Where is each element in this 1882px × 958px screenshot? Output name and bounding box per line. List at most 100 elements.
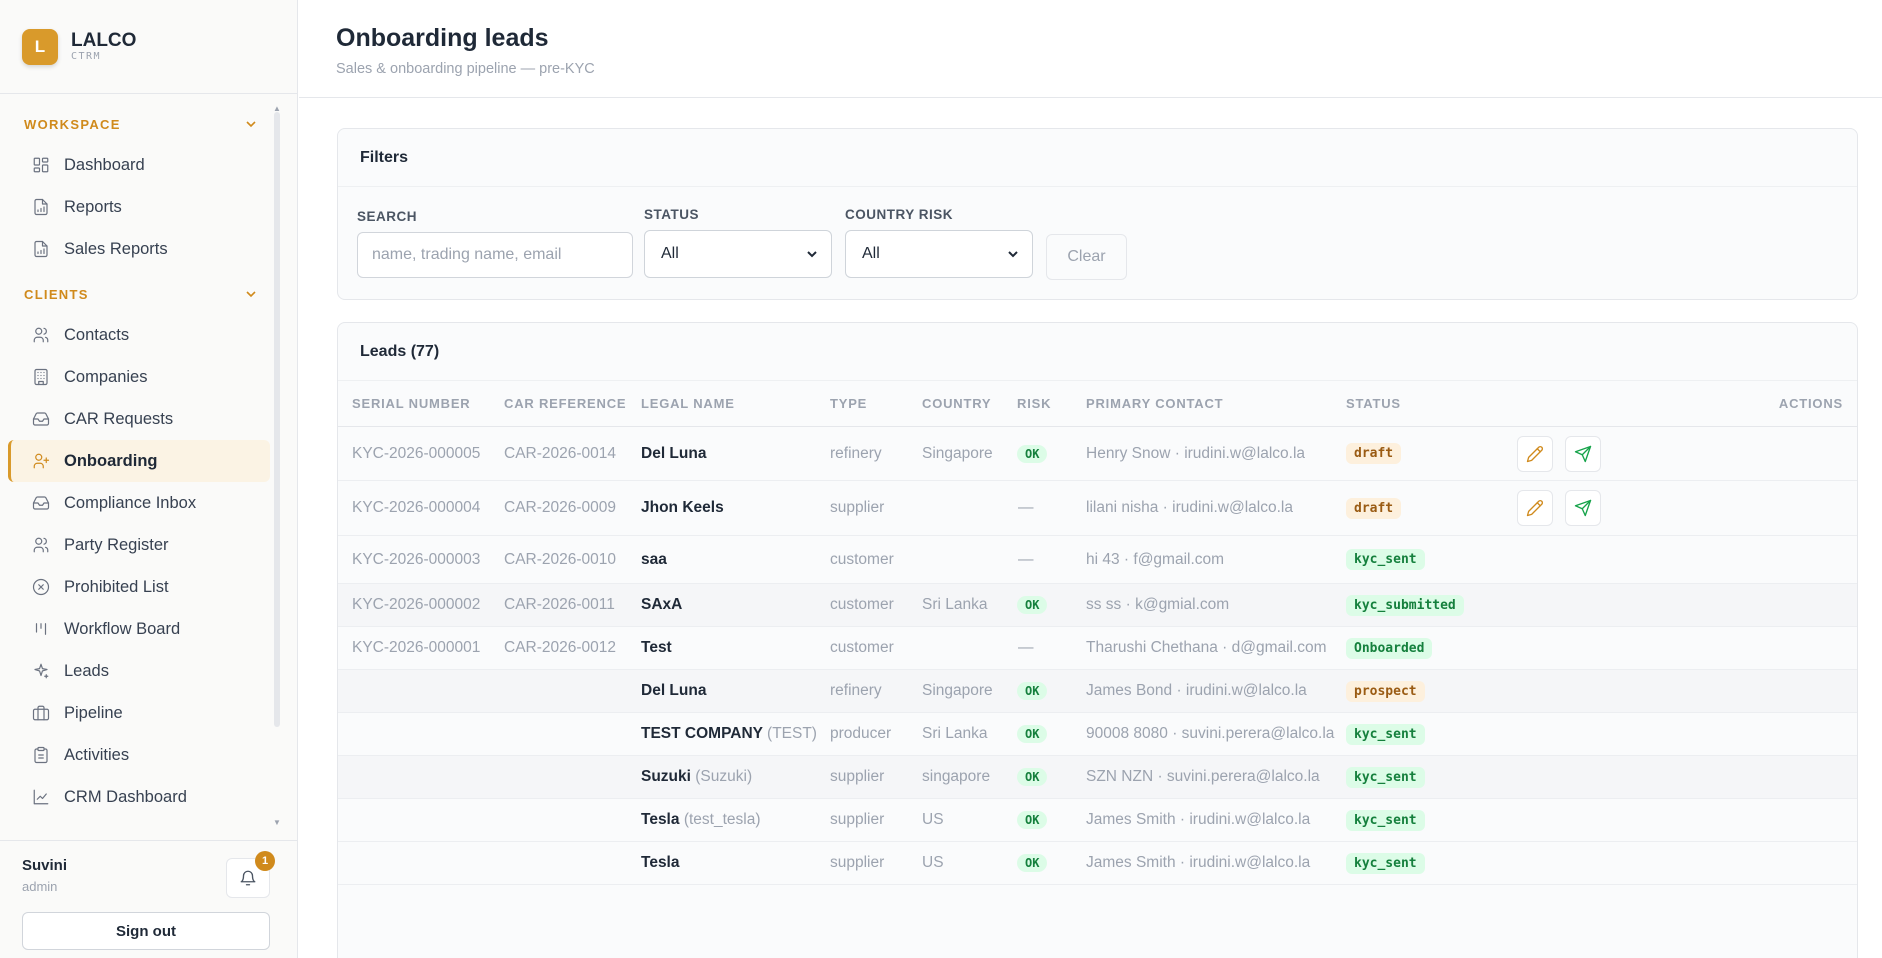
table-row[interactable]: Tesla supplier US OK James Smith · irudini.w…: [338, 842, 1857, 885]
table-row[interactable]: KYC-2026-000005 CAR-2026-0014 Del Luna refi…: [338, 427, 1857, 481]
legal-name[interactable]: saa: [641, 551, 667, 569]
table-row[interactable]: Suzuki (Suzuki) supplier singapore OK SZN NZ…: [338, 756, 1857, 799]
user-plus-icon: [33, 453, 50, 469]
legal-name[interactable]: Jhon Keels: [641, 499, 724, 517]
status-badge: Onboarded: [1346, 637, 1433, 659]
legal-name-text: Del Luna: [641, 444, 707, 462]
legal-name-text: Del Luna: [641, 682, 707, 699]
country-risk-label: COUNTRY RISK: [845, 207, 954, 222]
status-select[interactable]: All: [644, 230, 832, 278]
country-risk-select[interactable]: All: [845, 230, 1033, 278]
clipboard-icon: [34, 746, 48, 764]
legal-name-text: TEST COMPANY: [641, 725, 763, 742]
sidebar-item-pipeline[interactable]: Pipeline: [8, 692, 270, 734]
sidebar-item-reports[interactable]: Reports: [8, 186, 270, 228]
country: singapore: [922, 768, 991, 785]
sidebar-scrollbar[interactable]: [274, 112, 280, 727]
table-row[interactable]: TEST COMPANY (TEST) producer Sri Lanka OK 90…: [338, 713, 1857, 756]
sidebar-item-dashboard[interactable]: Dashboard: [8, 144, 270, 186]
briefcase-icon: [32, 705, 50, 721]
edit-button[interactable]: [1517, 490, 1553, 526]
brand-sub: CTRM: [71, 51, 102, 62]
country: US: [922, 854, 944, 871]
sidebar-item-party-register[interactable]: Party Register: [8, 524, 270, 566]
table-row[interactable]: KYC-2026-000003 CAR-2026-0010 saa customer —…: [338, 536, 1857, 584]
legal-name-text: Tesla: [641, 854, 680, 871]
trading-name: (test_tesla): [683, 811, 761, 828]
user-name: Suvini: [22, 857, 68, 874]
col-type-header[interactable]: TYPE: [830, 396, 867, 411]
col-country-header[interactable]: COUNTRY: [922, 396, 991, 411]
table-row[interactable]: KYC-2026-000002 CAR-2026-0011 SAxA customer…: [338, 584, 1857, 627]
section-clients[interactable]: CLIENTS: [0, 274, 272, 314]
lead-type: supplier: [830, 499, 885, 516]
legal-name-text: Tesla: [641, 811, 680, 828]
edit-button[interactable]: [1517, 435, 1553, 472]
col-primary-contact-header[interactable]: PRIMARY CONTACT: [1086, 396, 1223, 411]
col-status-header[interactable]: STATUS: [1346, 396, 1401, 411]
legal-name[interactable]: Del Luna: [641, 682, 706, 700]
sidebar-item-crm-dashboard[interactable]: CRM Dashboard: [8, 776, 270, 818]
scroll-down-arrow[interactable]: ▼: [273, 818, 281, 827]
legal-name[interactable]: SAxA: [641, 596, 682, 614]
legal-name[interactable]: Test: [641, 639, 672, 657]
sidebar-item-prohibited-list[interactable]: Prohibited List: [8, 566, 270, 608]
table-row[interactable]: Del Luna refinery Singapore OK James Bond · …: [338, 670, 1857, 713]
sidebar-item-compliance-inbox[interactable]: Compliance Inbox: [8, 482, 270, 524]
col-legal-name-header[interactable]: LEGAL NAME: [641, 396, 735, 411]
filters-card: Filters SEARCH name, trading name, email…: [337, 128, 1858, 300]
risk-empty: —: [1018, 550, 1034, 568]
legal-name[interactable]: TEST COMPANY (TEST): [641, 725, 817, 743]
col-risk-header[interactable]: RISK: [1017, 396, 1051, 411]
risk-badge: OK: [1017, 854, 1048, 872]
legal-name[interactable]: Del Luna: [641, 445, 706, 463]
status-badge: prospect: [1346, 680, 1425, 702]
sidebar-item-companies[interactable]: Companies: [8, 356, 270, 398]
serial-number: KYC-2026-000004: [352, 499, 481, 516]
sidebar-item-contacts[interactable]: Contacts: [8, 314, 270, 356]
line-chart-icon: [33, 789, 49, 805]
table-row[interactable]: KYC-2026-000001 CAR-2026-0012 Test customer…: [338, 627, 1857, 670]
send-icon: [1574, 499, 1592, 517]
legal-name[interactable]: Tesla (test_tesla): [641, 811, 760, 829]
car-reference: CAR-2026-0009: [504, 499, 617, 516]
status-badge: kyc_sent: [1346, 723, 1425, 745]
sidebar-item-label: Leads: [64, 661, 109, 680]
notifications-button[interactable]: 1: [226, 851, 275, 898]
col-car-reference-header[interactable]: CAR REFERENCE: [504, 396, 626, 411]
sidebar-item-leads[interactable]: Leads: [8, 650, 270, 692]
sign-out-button[interactable]: Sign out: [22, 912, 270, 950]
send-button[interactable]: [1565, 435, 1601, 472]
sparkles-icon: [34, 663, 49, 679]
sidebar-item-activities[interactable]: Activities: [8, 734, 270, 776]
legal-name-text: SAxA: [641, 596, 683, 613]
table-row[interactable]: KYC-2026-000004 CAR-2026-0009 Jhon Keels su…: [338, 481, 1857, 536]
pencil-icon: [1526, 500, 1543, 517]
col-actions-header: ACTIONS: [1778, 396, 1843, 411]
search-input[interactable]: name, trading name, email: [357, 232, 633, 278]
brand[interactable]: L LALCO CTRM: [0, 0, 297, 94]
col-serial-number-header[interactable]: SERIAL NUMBER: [352, 396, 471, 411]
risk-empty: —: [1018, 639, 1034, 656]
inbox-icon: [32, 496, 50, 510]
sidebar-item-sales-reports[interactable]: Sales Reports: [8, 228, 270, 270]
send-button[interactable]: [1565, 490, 1601, 526]
sidebar-item-label: Sales Reports: [64, 239, 168, 258]
sidebar-item-workflow-board[interactable]: Workflow Board: [8, 608, 270, 650]
sidebar-item-onboarding[interactable]: Onboarding: [8, 440, 270, 482]
sidebar-item-label: Onboarding: [64, 451, 158, 470]
legal-name[interactable]: Tesla: [641, 854, 680, 872]
primary-contact: SZN NZN · suvini.perera@lalco.la: [1086, 768, 1320, 785]
clear-filters-button[interactable]: Clear: [1046, 234, 1127, 280]
legal-name-text: Test: [641, 639, 672, 656]
sidebar-item-label: Compliance Inbox: [64, 493, 197, 512]
sidebar-item-car-requests[interactable]: CAR Requests: [8, 398, 270, 440]
sidebar-item-label: Workflow Board: [64, 619, 181, 638]
sidebar-item-label: Companies: [64, 367, 148, 386]
user-box: Suvini admin 1 Sign out: [0, 840, 298, 958]
users-icon: [33, 537, 49, 553]
bell-icon: [240, 870, 256, 886]
section-workspace[interactable]: WORKSPACE: [0, 104, 272, 144]
table-row[interactable]: Tesla (test_tesla) supplier US OK James Smit…: [338, 799, 1857, 842]
legal-name[interactable]: Suzuki (Suzuki): [641, 768, 752, 786]
